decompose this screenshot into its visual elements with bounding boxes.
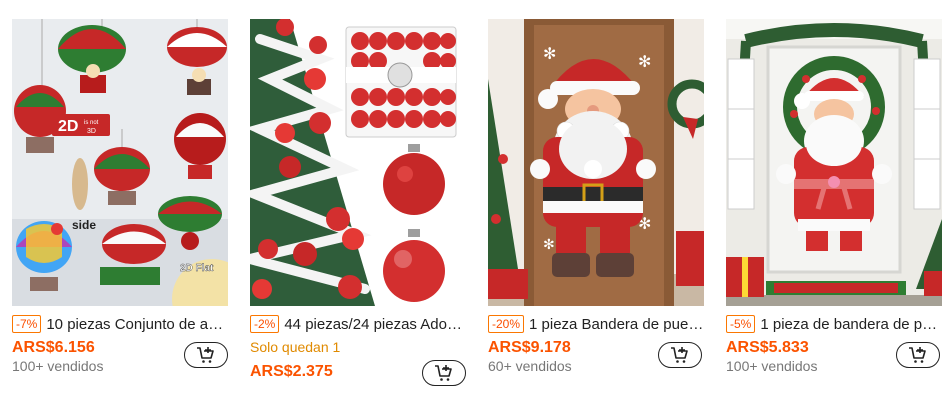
santa-door-decoration-image xyxy=(726,19,942,306)
sold-count: 100+ vendidos xyxy=(726,358,818,374)
flat-label-text: 2D Flat xyxy=(180,263,214,274)
svg-text:✻: ✻ xyxy=(543,44,556,63)
product-image-3[interactable]: ✻ ✻ ✻ ✻ xyxy=(488,19,704,306)
sold-count: 100+ vendidos xyxy=(12,358,104,374)
product-title-row: -5% 1 pieza de bandera de puerta navideñ… xyxy=(726,314,942,334)
stock-remaining-label: Solo quedan 1 xyxy=(250,339,341,355)
add-to-cart-button[interactable] xyxy=(658,342,702,368)
side-label-text: side xyxy=(72,218,96,232)
product-price: ARS$5.833 xyxy=(726,339,809,356)
product-title[interactable]: 44 piezas/24 piezas Adornos de bolas nav… xyxy=(284,316,466,333)
product-title-row: -2% 44 piezas/24 piezas Adornos de bolas… xyxy=(250,314,466,334)
christmas-ball-ornaments-image xyxy=(250,19,466,306)
add-to-cart-icon xyxy=(909,347,926,363)
add-to-cart-icon xyxy=(197,347,214,363)
santa-door-banner-image: ✻ ✻ ✻ ✻ xyxy=(488,19,704,306)
product-title[interactable]: 1 pieza Bandera de puerta de Papá Noel xyxy=(529,316,704,333)
add-to-cart-button[interactable] xyxy=(422,360,466,386)
product-image-1[interactable]: 2D is not 3D side 2D Flat xyxy=(12,19,228,306)
svg-text:✻: ✻ xyxy=(543,237,555,253)
discount-badge: -5% xyxy=(726,315,756,333)
discount-badge: -20% xyxy=(488,315,525,333)
product-image-4[interactable] xyxy=(726,19,942,306)
product-title-row: -20% 1 pieza Bandera de puerta de Papá N… xyxy=(488,314,704,334)
add-to-cart-button[interactable] xyxy=(184,342,228,368)
product-title[interactable]: 10 piezas Conjunto de adornos navideños xyxy=(46,316,228,333)
sold-count: 60+ vendidos xyxy=(488,358,572,374)
product-price: ARS$9.178 xyxy=(488,339,571,356)
hot-air-balloon-ornaments-image: 2D is not 3D side 2D Flat xyxy=(12,19,228,306)
add-to-cart-icon xyxy=(671,347,688,363)
product-image-2[interactable] xyxy=(250,19,466,306)
discount-badge: -7% xyxy=(12,315,42,333)
product-price: ARS$6.156 xyxy=(12,339,95,356)
badge-2d-text: 2D xyxy=(58,118,78,135)
add-to-cart-icon xyxy=(435,365,452,381)
svg-text:3D: 3D xyxy=(87,128,96,135)
product-title-row: -7% 10 piezas Conjunto de adornos navide… xyxy=(12,314,228,334)
product-title[interactable]: 1 pieza de bandera de puerta navideña xyxy=(760,316,942,333)
badge-note-text: is not xyxy=(84,120,99,126)
discount-badge: -2% xyxy=(250,315,280,333)
add-to-cart-button[interactable] xyxy=(896,342,940,368)
product-price: ARS$2.375 xyxy=(250,363,333,380)
svg-text:✻: ✻ xyxy=(638,52,651,71)
